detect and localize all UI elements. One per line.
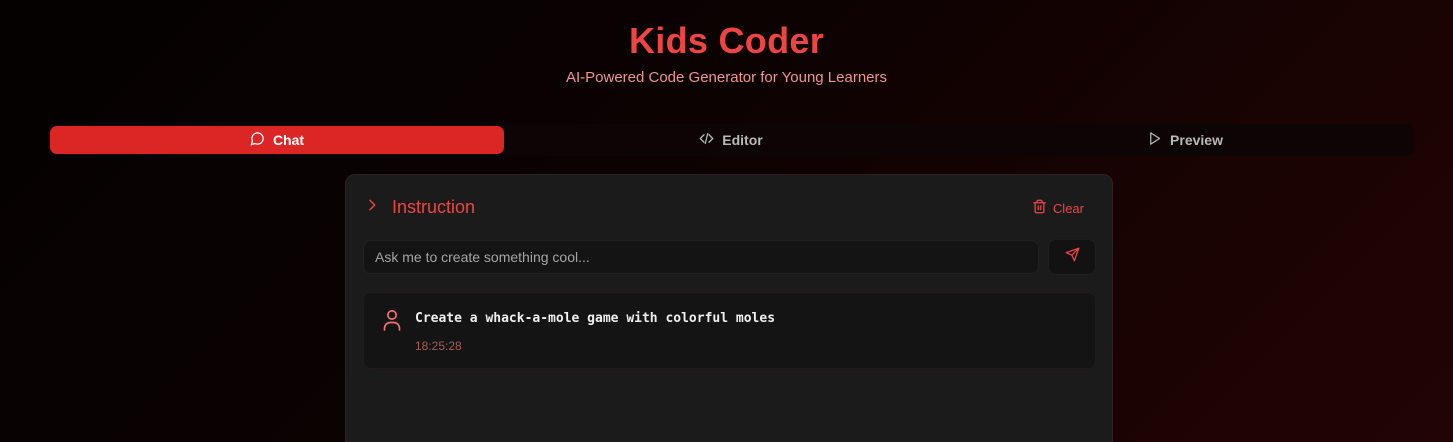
send-button[interactable] [1048,239,1096,275]
app-subtitle: AI-Powered Code Generator for Young Lear… [565,69,888,86]
clear-label: Clear [1052,200,1084,216]
panel-header: Instruction [364,197,475,218]
tab-bar: Chat Editor Preview [48,124,1414,156]
message-timestamp: 18:25:28 [415,339,462,353]
prompt-input[interactable] [363,240,1039,274]
app-title: Kids Coder [628,20,825,61]
trash-icon [1032,199,1047,217]
tab-chat[interactable]: Chat [50,126,504,154]
send-icon [1065,247,1080,267]
user-icon [382,309,402,331]
tab-editor[interactable]: Editor [504,126,958,154]
play-icon [1147,131,1162,149]
tab-preview[interactable]: Preview [958,126,1412,154]
instruction-panel: Instruction Clear Ask me to create somet… [345,174,1113,442]
tab-editor-label: Editor [722,132,763,148]
panel-title: Instruction [392,197,476,217]
message-text: Create a whack-a-mole game with colorful… [415,311,776,326]
message-item: Create a whack-a-mole game with colorful… [363,292,1096,369]
tab-chat-label: Chat [272,132,305,148]
clear-button[interactable]: Clear [1032,199,1084,217]
code-icon [699,131,714,149]
chevron-right-icon [364,197,380,218]
tab-preview-label: Preview [1170,132,1223,148]
chat-bubble-icon [250,131,265,149]
